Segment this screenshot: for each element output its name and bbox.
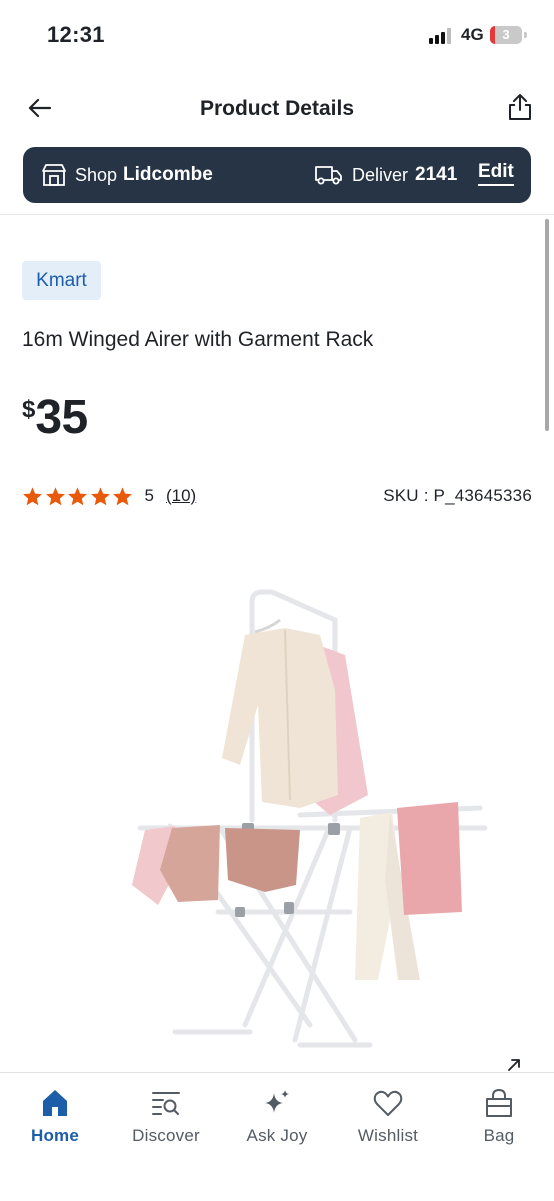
network-type: 4G xyxy=(461,25,484,44)
header-divider xyxy=(0,214,554,215)
nav-home-label: Home xyxy=(30,1126,80,1145)
delivery-truck-icon xyxy=(315,166,342,185)
shop-store-selector[interactable]: Shop Lidcombe xyxy=(41,163,213,187)
scrollbar[interactable] xyxy=(545,219,549,431)
star-icon xyxy=(23,486,42,505)
star-icon xyxy=(113,486,132,505)
status-time: 12:31 xyxy=(47,22,105,47)
product-sku: SKU : P_43645336 xyxy=(383,486,532,505)
signal-icon xyxy=(429,28,455,44)
product-price: $35 xyxy=(22,390,88,445)
bottom-navigation: Home Discover Ask Joy Wishlist Bag xyxy=(0,1072,554,1201)
rating-value: 5 xyxy=(144,486,154,505)
shop-label: Shop xyxy=(75,164,118,185)
review-count-link[interactable]: (10) xyxy=(166,486,196,506)
nav-ask-joy[interactable]: Ask Joy xyxy=(222,1087,332,1146)
shop-store-name: Lidcombe xyxy=(123,164,213,185)
deliver-label: Deliver xyxy=(352,164,409,185)
battery-tip xyxy=(524,32,527,38)
edit-location-link[interactable]: Edit xyxy=(478,161,514,186)
star-icon xyxy=(90,486,110,505)
nav-discover[interactable]: Discover xyxy=(111,1087,221,1146)
sparkle-icon xyxy=(265,1090,289,1113)
product-rating[interactable]: 5 (10) xyxy=(22,485,196,507)
status-bar: 12:31 4G 3 xyxy=(0,0,554,70)
app-header: Product Details xyxy=(0,80,554,140)
product-name: 16m Winged Airer with Garment Rack xyxy=(22,328,374,351)
nav-ask-joy-label: Ask Joy xyxy=(246,1126,308,1145)
rating-stars xyxy=(22,486,135,507)
discover-icon xyxy=(152,1092,180,1115)
expand-icon[interactable] xyxy=(506,1057,522,1073)
price-currency: $ xyxy=(22,396,36,423)
product-image[interactable] xyxy=(0,540,554,1070)
bag-icon xyxy=(486,1088,512,1117)
store-delivery-bar: Shop Lidcombe Deliver 2141 Edit xyxy=(23,147,531,203)
page-title: Product Details xyxy=(199,97,355,120)
home-icon xyxy=(43,1090,67,1116)
nav-bag-label: Bag xyxy=(483,1126,515,1145)
deliver-postcode: 2141 xyxy=(415,164,458,185)
star-icon xyxy=(68,486,87,505)
share-icon xyxy=(509,94,531,120)
delivery-postcode-selector[interactable]: Deliver 2141 xyxy=(315,163,457,187)
nav-wishlist[interactable]: Wishlist xyxy=(333,1087,443,1146)
nav-home[interactable]: Home xyxy=(0,1087,110,1146)
share-button[interactable] xyxy=(506,92,534,122)
nav-wishlist-label: Wishlist xyxy=(357,1126,419,1145)
heart-icon xyxy=(373,1090,403,1116)
brand-badge[interactable]: Kmart xyxy=(22,261,101,300)
store-icon xyxy=(42,164,66,186)
battery-icon: 3 xyxy=(490,26,522,44)
nav-discover-label: Discover xyxy=(132,1126,200,1145)
battery-level: 3 xyxy=(502,27,510,42)
airer-illustration xyxy=(132,589,488,1048)
nav-bag[interactable]: Bag xyxy=(444,1087,554,1146)
price-amount: 35 xyxy=(35,391,88,444)
star-icon xyxy=(45,486,65,505)
